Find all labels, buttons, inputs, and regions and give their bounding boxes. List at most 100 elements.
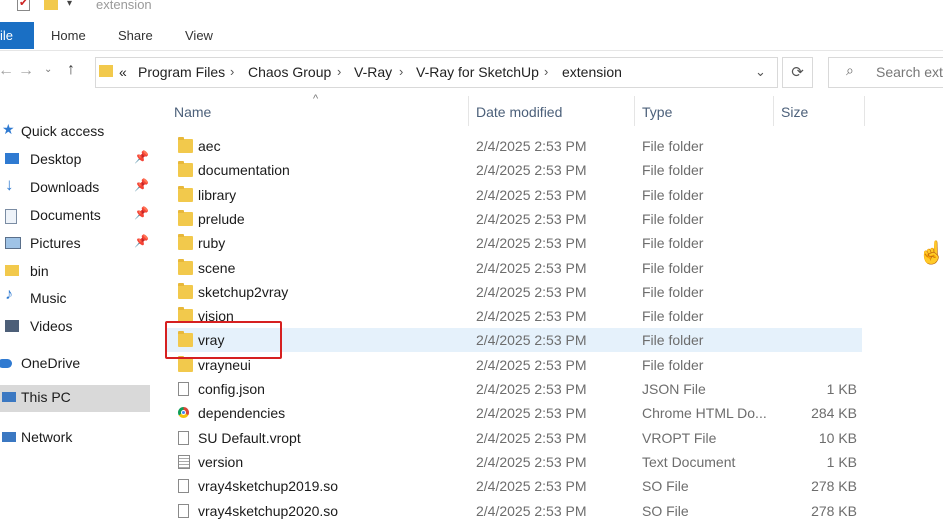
pin-icon[interactable]: 📌: [134, 150, 149, 164]
column-divider[interactable]: [864, 96, 865, 126]
videos-icon: [5, 320, 19, 332]
tab-view[interactable]: View: [185, 22, 213, 49]
nav-item-onedrive[interactable]: OneDrive: [0, 351, 150, 377]
column-header-size[interactable]: Size: [781, 104, 808, 124]
pin-icon[interactable]: 📌: [134, 234, 149, 248]
nav-item-downloads[interactable]: ↓ Downloads 📌: [0, 175, 150, 201]
breadcrumb-separator-icon[interactable]: ›: [230, 64, 234, 79]
nav-label: Music: [30, 290, 67, 306]
nav-quick-access[interactable]: ★ Quick access: [0, 119, 150, 145]
desktop-icon: [5, 153, 19, 164]
network-icon: [2, 432, 16, 442]
file-type: Text Document: [642, 454, 736, 470]
chrome-icon: [178, 407, 189, 418]
address-dropdown-icon[interactable]: ⌄: [755, 64, 766, 80]
nav-item-desktop[interactable]: Desktop 📌: [0, 147, 150, 173]
column-header-name[interactable]: Name: [174, 104, 211, 124]
downloads-icon: ↓: [5, 175, 14, 194]
pin-icon[interactable]: 📌: [134, 206, 149, 220]
breadcrumb-separator-icon[interactable]: ›: [399, 64, 403, 79]
breadcrumb-program-files[interactable]: Program Files: [138, 64, 225, 80]
folder-icon[interactable]: [44, 0, 58, 10]
nav-item-videos[interactable]: Videos: [0, 314, 150, 340]
file-row[interactable]: version 2/4/2025 2:53 PM Text Document 1 KB: [165, 450, 862, 474]
column-header-type[interactable]: Type: [642, 104, 672, 124]
nav-item-pictures[interactable]: Pictures 📌: [0, 231, 150, 257]
breadcrumb-extension[interactable]: extension: [562, 64, 622, 80]
file-row[interactable]: ruby 2/4/2025 2:53 PM File folder: [165, 231, 862, 255]
tab-share[interactable]: Share: [118, 22, 153, 49]
file-icon: [178, 431, 189, 445]
column-divider[interactable]: [773, 96, 774, 126]
file-date-modified: 2/4/2025 2:53 PM: [476, 430, 587, 446]
file-icon: [178, 382, 189, 396]
file-name: config.json: [198, 381, 265, 397]
file-type: File folder: [642, 357, 704, 373]
column-divider[interactable]: [468, 96, 469, 126]
file-row[interactable]: aec 2/4/2025 2:53 PM File folder: [165, 134, 862, 158]
file-type: VROPT File: [642, 430, 717, 446]
text-file-icon: [178, 455, 190, 469]
file-date-modified: 2/4/2025 2:53 PM: [476, 187, 587, 203]
file-name: library: [198, 187, 237, 203]
breadcrumb-separator-icon[interactable]: ›: [544, 64, 548, 79]
tab-file[interactable]: ile: [0, 22, 34, 49]
search-icon: ⌕: [846, 62, 854, 78]
qat-dropdown-icon[interactable]: ▾: [67, 0, 72, 9]
checkbox-icon[interactable]: ✔: [17, 0, 30, 11]
nav-item-documents[interactable]: Documents 📌: [0, 203, 150, 229]
nav-item-bin[interactable]: bin: [0, 259, 150, 285]
nav-label: Desktop: [30, 151, 82, 167]
back-button[interactable]: ←: [0, 62, 14, 80]
file-row[interactable]: scene 2/4/2025 2:53 PM File folder: [165, 256, 862, 280]
breadcrumb-v-ray-for-sketchup[interactable]: V-Ray for SketchUp: [416, 64, 539, 80]
nav-label: Downloads: [30, 179, 100, 195]
file-row[interactable]: vray4sketchup2019.so 2/4/2025 2:53 PM SO F…: [165, 474, 862, 498]
breadcrumb-separator-icon[interactable]: ›: [337, 64, 341, 79]
file-row[interactable]: config.json 2/4/2025 2:53 PM JSON File 1 KB: [165, 377, 862, 401]
file-type: SO File: [642, 478, 689, 494]
hand-cursor-icon: ☝: [918, 240, 943, 265]
column-header-date-modified[interactable]: Date modified: [476, 104, 562, 124]
nav-label: Quick access: [21, 123, 105, 139]
file-type: File folder: [642, 260, 704, 276]
tab-home[interactable]: Home: [51, 22, 86, 49]
nav-item-music[interactable]: ♪ Music: [0, 286, 150, 312]
file-type: File folder: [642, 138, 704, 154]
pin-icon[interactable]: 📌: [134, 178, 149, 192]
breadcrumb-overflow[interactable]: «: [119, 64, 127, 80]
window-title: extension: [96, 0, 152, 12]
forward-button[interactable]: →: [18, 62, 34, 80]
file-date-modified: 2/4/2025 2:53 PM: [476, 405, 587, 421]
file-name: documentation: [198, 162, 290, 178]
star-icon: ★: [2, 121, 15, 137]
file-size: 278 KB: [811, 503, 857, 519]
file-row[interactable]: SU Default.vropt 2/4/2025 2:53 PM VROPT Fi…: [165, 426, 862, 450]
computer-icon: [2, 392, 16, 402]
folder-icon: [178, 137, 193, 153]
file-type: File folder: [642, 187, 704, 203]
file-size: 284 KB: [811, 405, 857, 421]
file-row[interactable]: documentation 2/4/2025 2:53 PM File folder: [165, 158, 862, 182]
file-row[interactable]: vray4sketchup2020.so 2/4/2025 2:53 PM SO F…: [165, 499, 862, 523]
music-icon: ♪: [5, 286, 13, 303]
pictures-icon: [5, 237, 21, 249]
file-row[interactable]: library 2/4/2025 2:53 PM File folder: [165, 183, 862, 207]
nav-item-network[interactable]: Network: [0, 425, 150, 451]
documents-icon: [5, 209, 17, 224]
file-type: File folder: [642, 332, 704, 348]
file-type: SO File: [642, 503, 689, 519]
breadcrumb-v-ray[interactable]: V-Ray: [354, 64, 392, 80]
file-row[interactable]: sketchup2vray 2/4/2025 2:53 PM File folder: [165, 280, 862, 304]
file-date-modified: 2/4/2025 2:53 PM: [476, 308, 587, 324]
file-row[interactable]: prelude 2/4/2025 2:53 PM File folder: [165, 207, 862, 231]
column-divider[interactable]: [634, 96, 635, 126]
recent-dropdown-icon[interactable]: ⌄: [44, 64, 52, 75]
folder-icon: [178, 259, 193, 275]
file-date-modified: 2/4/2025 2:53 PM: [476, 162, 587, 178]
breadcrumb-chaos-group[interactable]: Chaos Group: [248, 64, 331, 80]
file-row[interactable]: dependencies 2/4/2025 2:53 PM Chrome HTML …: [165, 401, 862, 425]
nav-item-this-pc[interactable]: This PC: [0, 385, 150, 412]
refresh-button[interactable]: ⟳: [782, 57, 813, 88]
up-button[interactable]: ↑: [67, 61, 75, 79]
